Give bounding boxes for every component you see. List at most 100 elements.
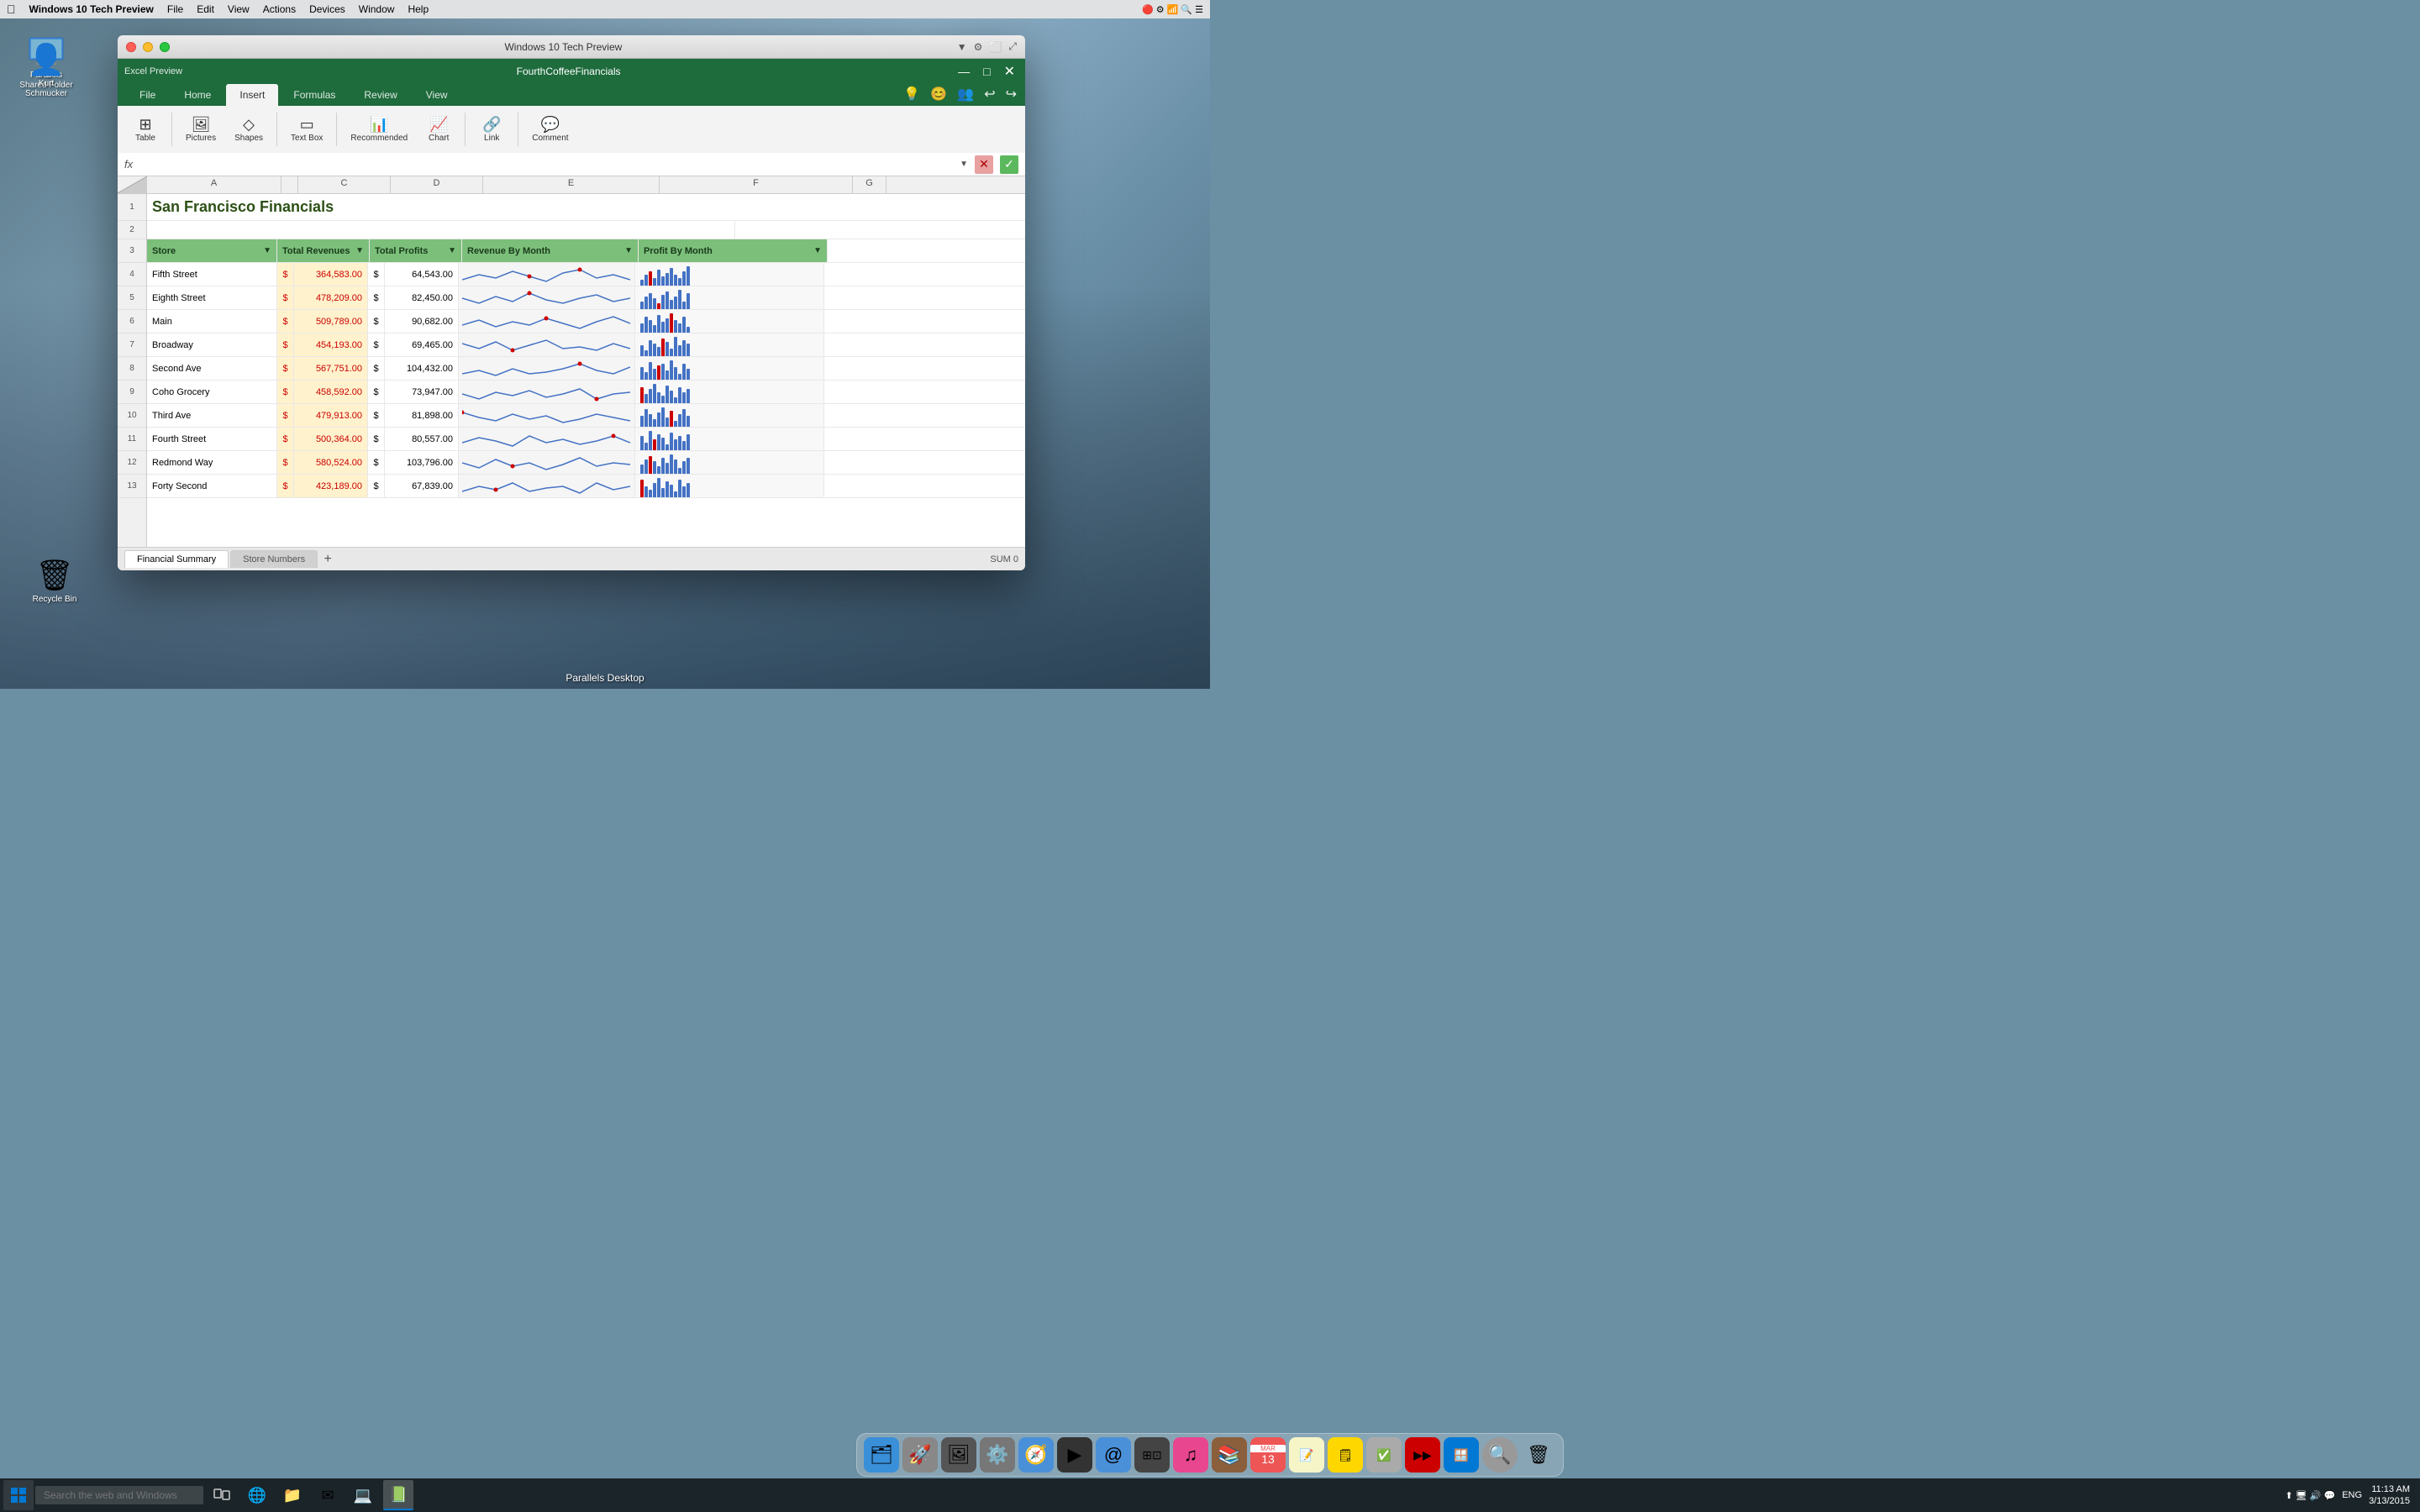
col-header-c[interactable]: C [298,176,391,193]
menu-window[interactable]: Window [359,3,395,15]
tab-insert[interactable]: Insert [226,84,278,106]
menu-actions[interactable]: Actions [263,3,296,15]
row-10[interactable]: 10 [118,404,146,428]
tab-file[interactable]: File [126,84,169,106]
ribbon-shapes-btn[interactable]: ◇ Shapes [226,113,271,146]
window-minimize-button[interactable] [143,42,153,52]
dock-photos[interactable]: 🖼 [941,1437,976,1473]
row-9[interactable]: 9 [118,381,146,404]
th-profit-filter[interactable]: ▼ [448,246,456,255]
row-7[interactable]: 7 [118,333,146,357]
ribbon-table-btn[interactable]: ⊞ Table [124,113,166,146]
ribbon-comment-btn[interactable]: 💬 Comment [523,113,576,146]
undo-icon[interactable]: ↩ [984,86,995,102]
dock-parallels[interactable]: ⊞⊡ [1134,1437,1170,1473]
menu-app-name[interactable]: Windows 10 Tech Preview [29,3,154,15]
taskbar-task-view-btn[interactable] [207,1480,237,1510]
dock-ibooks[interactable]: 📚 [1212,1437,1247,1473]
dock-stickies[interactable]: 🗒 [1328,1437,1363,1473]
dock-finder[interactable]: 🗂 [864,1437,899,1473]
row-3[interactable]: 3 [118,239,146,263]
help-icon[interactable]: 💡 [903,86,920,102]
th-rev-month-filter[interactable]: ▼ [624,246,633,255]
formula-input[interactable] [148,159,953,171]
taskbar-mail-btn[interactable]: ✉ [313,1480,343,1510]
col-header-b-narrow[interactable] [281,176,298,193]
dock-spotlight[interactable]: 🔍 [1482,1437,1518,1473]
window-close-button[interactable] [126,42,136,52]
dock-safari[interactable]: 🧭 [1018,1437,1054,1473]
ribbon-link-btn[interactable]: 🔗 Link [471,113,513,146]
window-maximize-button[interactable] [160,42,170,52]
th-prof-month[interactable]: Profit By Month ▼ [639,239,828,262]
sheet-tab-store[interactable]: Store Numbers [230,550,318,568]
add-sheet-btn[interactable]: + [319,551,336,568]
dock-notes[interactable]: 📝 [1289,1437,1324,1473]
ribbon-textbox-btn[interactable]: ▭ Text Box [282,113,331,146]
menu-devices[interactable]: Devices [309,3,345,15]
dock-itunes[interactable]: ♫ [1173,1437,1208,1473]
row-8[interactable]: 8 [118,357,146,381]
menu-edit[interactable]: Edit [197,3,214,15]
dock-systemprefs[interactable]: ⚙️ [980,1437,1015,1473]
dock-mail[interactable]: @ [1096,1437,1131,1473]
excel-maximize-btn[interactable]: □ [980,63,993,80]
dock-parallels2[interactable]: ▶▶ [1405,1437,1440,1473]
row-11[interactable]: 11 [118,428,146,451]
row-12[interactable]: 12 [118,451,146,475]
dock-windows[interactable]: 🪟 [1444,1437,1479,1473]
ribbon-chart-btn[interactable]: 📈 Chart [418,113,460,146]
formula-cancel-btn[interactable]: ✕ [975,155,993,174]
th-revenue[interactable]: Total Revenues ▼ [277,239,370,262]
row-5[interactable]: 5 [118,286,146,310]
excel-close-btn[interactable]: ✕ [1001,63,1018,80]
col-header-g[interactable]: G [853,176,886,193]
row-1[interactable]: 1 [118,194,146,221]
th-rev-month[interactable]: Revenue By Month ▼ [462,239,639,262]
menu-view[interactable]: View [228,3,250,15]
taskbar-search-input[interactable] [35,1486,203,1504]
recycle-bin-icon[interactable]: 🗑 Recycle Bin [25,559,84,605]
tab-formulas[interactable]: Formulas [280,84,349,106]
taskbar-pc-btn[interactable]: 💻 [348,1480,378,1510]
row-6[interactable]: 6 [118,310,146,333]
tab-review[interactable]: Review [350,84,410,106]
share-icon[interactable]: 👥 [957,86,974,102]
th-store[interactable]: Store ▼ [147,239,277,262]
th-store-filter[interactable]: ▼ [263,246,271,255]
dock-dvdplayer[interactable]: ▶ [1057,1437,1092,1473]
row-2[interactable]: 2 [118,221,146,239]
dock-reminders[interactable]: ✅ [1366,1437,1402,1473]
excel-minimize-btn[interactable]: — [955,63,973,80]
row-13[interactable]: 13 [118,475,146,498]
taskbar-excel-btn[interactable]: 📗 [383,1480,413,1510]
col-header-e[interactable]: E [483,176,660,193]
dock-launchpad[interactable]: 🚀 [902,1437,938,1473]
taskbar-start-btn[interactable] [3,1480,34,1510]
menu-help[interactable]: Help [408,3,429,15]
th-revenue-filter[interactable]: ▼ [355,246,364,255]
dock-calendar[interactable]: MAR 13 [1250,1437,1286,1473]
formula-dropdown-btn[interactable]: ▼ [960,160,968,169]
menu-file[interactable]: File [167,3,183,15]
desktop-icon-user[interactable]: 👤 Kurt Schmucker [17,44,76,99]
taskbar-ie-btn[interactable]: 🌐 [242,1480,272,1510]
sheet-tab-financial[interactable]: Financial Summary [124,550,229,568]
ribbon-pictures-btn[interactable]: 🖼 Pictures [177,113,224,146]
smiley-icon[interactable]: 😊 [930,86,947,102]
dock-trash[interactable]: 🗑 [1521,1437,1556,1473]
col-header-a[interactable]: A [147,176,281,193]
tab-view[interactable]: View [413,84,461,106]
apple-logo-icon[interactable]:  [7,3,16,16]
col-header-d[interactable]: D [391,176,483,193]
taskbar-explorer-btn[interactable]: 📁 [277,1480,308,1510]
tab-home[interactable]: Home [171,84,224,106]
ribbon-recommended-btn[interactable]: 📊 Recommended [342,113,416,146]
redo-icon[interactable]: ↪ [1006,86,1017,102]
th-profit[interactable]: Total Profits ▼ [370,239,462,262]
th-prof-month-filter[interactable]: ▼ [813,246,822,255]
row-4[interactable]: 4 [118,263,146,286]
formula-confirm-btn[interactable]: ✓ [1000,155,1018,174]
col-header-f[interactable]: F [660,176,853,193]
rev-val-9: 580,524.00 [294,451,368,474]
